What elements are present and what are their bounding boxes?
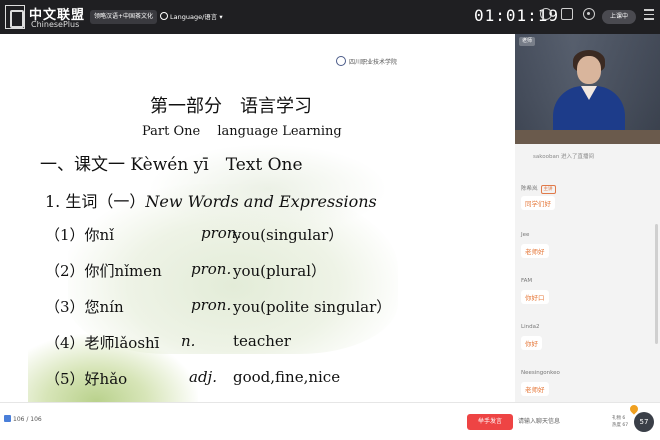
language-selector[interactable]: Language/语言 ▾ xyxy=(160,10,223,24)
network-gauge-icon[interactable] xyxy=(540,8,552,20)
chat-username: FAM xyxy=(521,278,533,284)
raise-hand-button[interactable]: 举手发言 xyxy=(467,414,513,430)
vocabulary-heading-cn: 1. 生词（一） xyxy=(45,192,146,211)
top-bar: 中文联盟 ChinesePlus 领略汉语+中国茶文化 Language/语言 … xyxy=(0,0,660,34)
chat-panel: sakooban 进入了直播间 陈希岚 主讲 同学们好 Jee 老师好 FAM 你… xyxy=(515,144,660,404)
chat-input[interactable]: 请输入聊天信息 xyxy=(515,411,615,433)
reward-stats: 礼物 6 热度 67 xyxy=(612,415,628,429)
chat-message: 你好 xyxy=(521,336,542,350)
camera-icon[interactable] xyxy=(583,8,595,20)
page-indicator[interactable]: 106 / 106 xyxy=(4,415,42,423)
vocabulary-heading-en: New Words and Expressions xyxy=(145,192,377,211)
vocab-meaning: you(singular） xyxy=(233,226,344,244)
vocabulary-heading: 1. 生词（一）New Words and Expressions xyxy=(45,188,377,212)
chat-username: Neesingonkeo xyxy=(521,370,560,376)
slide-thumbnail-icon xyxy=(4,415,11,422)
chat-message: 老师好 xyxy=(521,382,549,396)
video-role-tag: 老师 xyxy=(519,37,536,46)
chat-message: 老师好 xyxy=(521,244,549,258)
reward-counter: 57 xyxy=(634,412,654,432)
chat-username: Linda2 xyxy=(521,324,540,330)
school-name: 四川职业技术学院 xyxy=(349,59,398,66)
class-status-button[interactable]: 上课中 xyxy=(602,10,636,24)
teacher-desk xyxy=(515,130,660,144)
vocab-part-of-speech: adj. xyxy=(189,368,217,386)
chat-username: Jee xyxy=(521,232,530,238)
globe-icon xyxy=(160,12,168,20)
vocab-part-of-speech: n. xyxy=(181,332,196,350)
vocab-meaning: you(plural） xyxy=(233,262,326,280)
teacher-video[interactable]: 老师 xyxy=(515,34,660,144)
chat-username-text: 陈希岚 xyxy=(521,186,538,192)
slide-title-chinese: 第一部分 语言学习 xyxy=(150,96,312,117)
vocab-meaning: teacher xyxy=(233,332,291,350)
lesson-slide: 四川职业技术学院 第一部分 语言学习 Part One language Lea… xyxy=(28,34,414,402)
course-title: 领略汉语+中国茶文化 xyxy=(90,10,158,24)
school-badge-icon xyxy=(336,56,346,66)
bottom-bar: 106 / 106 举手发言 请输入聊天信息 礼物 6 热度 67 57 xyxy=(0,402,660,440)
screen-share-icon[interactable] xyxy=(561,8,573,20)
vocab-word: （3）您nín xyxy=(45,298,124,316)
vocab-part-of-speech: pron. xyxy=(191,260,232,278)
logo-english-text: ChinesePlus xyxy=(31,20,80,29)
chat-scrollbar[interactable] xyxy=(655,224,658,344)
vocab-part-of-speech: pron. xyxy=(191,296,232,314)
menu-icon[interactable] xyxy=(644,9,654,21)
language-label: Language/语言 xyxy=(170,13,218,21)
chat-message: 同学们好 xyxy=(521,196,555,210)
chat-username: 陈希岚 主讲 xyxy=(521,184,556,194)
vocab-word: （1）你nǐ xyxy=(45,226,115,244)
reward-heat-count: 热度 67 xyxy=(612,423,629,428)
school-logo: 四川职业技术学院 xyxy=(336,56,397,72)
vocab-word: （5）好hǎo xyxy=(45,370,128,388)
vocab-word: （2）你们nǐmen xyxy=(45,262,162,280)
vocab-word: （4）老师lǎoshī xyxy=(45,334,160,352)
logo-mark-icon xyxy=(5,5,25,29)
vocab-meaning: you(polite singular） xyxy=(233,298,392,316)
lesson-heading: 一、课文一 Kèwén yī Text One xyxy=(40,155,303,175)
reward-gift-count: 礼物 6 xyxy=(612,416,626,421)
chat-message: 你好口 xyxy=(521,290,549,304)
teacher-face xyxy=(577,56,601,84)
page-indicator-text: 106 / 106 xyxy=(13,416,42,423)
slide-title-english: Part One language Learning xyxy=(142,124,342,139)
role-tag: 主讲 xyxy=(540,185,556,194)
join-notice: sakooban 进入了直播间 xyxy=(533,154,595,160)
vocab-meaning: good,fine,nice xyxy=(233,368,341,386)
reward-widget[interactable]: 礼物 6 热度 67 57 xyxy=(612,403,654,439)
